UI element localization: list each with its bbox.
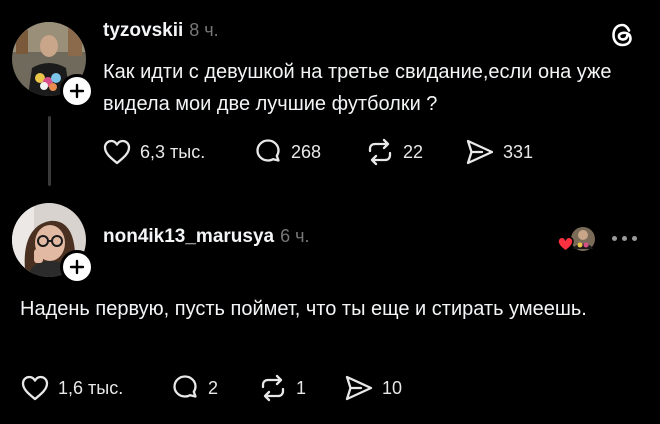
repost-icon — [261, 374, 285, 402]
reply-time: 6 ч. — [280, 226, 310, 246]
comment-bubble-icon — [173, 375, 197, 398]
heart-icon — [103, 139, 131, 165]
post-username[interactable]: tyzovskii — [103, 20, 183, 41]
threads-logo-icon[interactable] — [610, 21, 636, 54]
reply-header: non4ik13_marusya 6 ч. — [103, 226, 309, 248]
post-header: tyzovskii 8 ч. — [103, 20, 219, 42]
reply-share-button[interactable]: 10 — [344, 374, 402, 402]
post-repost-count: 22 — [403, 141, 424, 162]
plus-icon — [69, 83, 85, 99]
reply-username[interactable]: non4ik13_marusya — [103, 226, 274, 247]
reply-repost-count: 1 — [296, 377, 307, 398]
reply-text: Надень первую, пусть поймет, что ты еще … — [20, 298, 587, 320]
send-icon — [345, 375, 373, 401]
heart-icon — [21, 375, 49, 401]
reply-share-count: 10 — [382, 377, 403, 398]
repost-icon — [368, 138, 392, 166]
post-like-count: 6,3 тыс. — [140, 141, 206, 162]
plus-icon — [69, 259, 85, 275]
heart-icon — [557, 236, 574, 252]
reply-repost-button[interactable]: 1 — [258, 374, 306, 402]
post-like-button[interactable]: 6,3 тыс. — [102, 138, 205, 166]
post-comment-count: 268 — [291, 141, 322, 162]
reply-like-count: 1,6 тыс. — [58, 377, 124, 398]
reply-follow-button[interactable] — [60, 250, 94, 284]
post-repost-button[interactable]: 22 — [365, 138, 423, 166]
more-dots-icon[interactable] — [612, 236, 637, 241]
post-comment-button[interactable]: 268 — [253, 138, 321, 166]
post-text: Как идти с девушкой на третье свидание,е… — [103, 61, 612, 115]
send-icon — [466, 139, 494, 165]
post-share-count: 331 — [503, 141, 534, 162]
reply-like-button[interactable]: 1,6 тыс. — [20, 374, 123, 402]
reply-comment-count: 2 — [208, 377, 219, 398]
thread-line — [48, 116, 51, 186]
liked-by-author-badge — [556, 225, 598, 255]
reply-comment-button[interactable]: 2 — [170, 374, 218, 402]
post-time: 8 ч. — [189, 20, 219, 40]
follow-button[interactable] — [60, 74, 94, 108]
comment-bubble-icon — [256, 139, 280, 162]
post-share-button[interactable]: 331 — [465, 138, 533, 166]
